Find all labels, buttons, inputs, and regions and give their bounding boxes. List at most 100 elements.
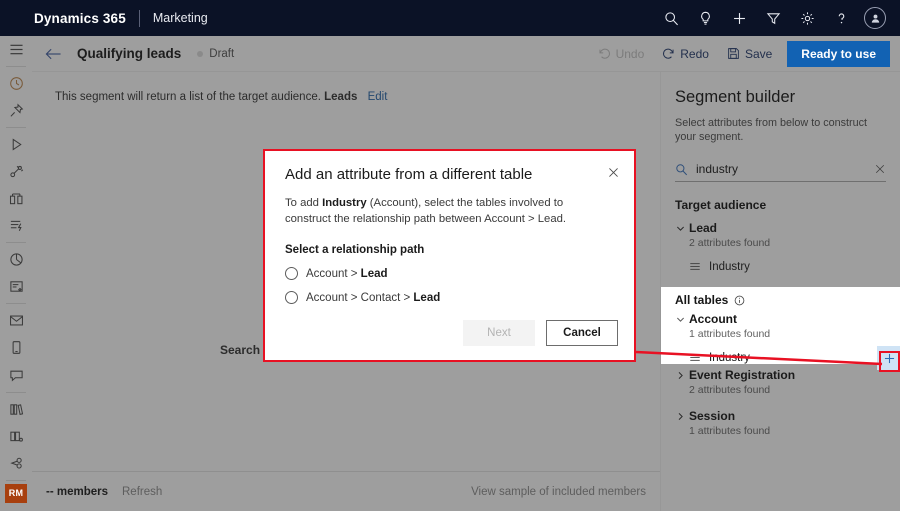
- recent-icon[interactable]: [0, 70, 32, 97]
- gear-icon[interactable]: [790, 0, 824, 36]
- radio-label-bold: Lead: [413, 292, 440, 304]
- settings-nodes-icon[interactable]: [0, 450, 32, 477]
- radio-button[interactable]: [285, 291, 298, 304]
- status-badge: Draft: [197, 48, 234, 60]
- attribute-row[interactable]: Industry: [661, 254, 900, 280]
- undo-button[interactable]: Undo: [589, 42, 654, 66]
- undo-icon: [598, 47, 611, 60]
- table-attribute-count: 1 attributes found: [689, 425, 900, 437]
- page-title: Qualifying leads: [77, 46, 181, 61]
- pin-icon[interactable]: [0, 97, 32, 124]
- table-header-event-registration[interactable]: Event Registration: [661, 368, 900, 382]
- radio-option-account-lead[interactable]: Account > Lead: [285, 267, 634, 280]
- left-nav-rail: RM: [0, 36, 32, 511]
- description-entity: Leads: [324, 91, 357, 103]
- rail-divider: [6, 66, 26, 67]
- segment-builder-panel: Segment builder Select attributes from b…: [660, 72, 900, 511]
- radio-option-account-contact-lead[interactable]: Account > Contact > Lead: [285, 291, 634, 304]
- undo-label: Undo: [616, 47, 645, 61]
- search-icon[interactable]: [654, 0, 688, 36]
- avatar[interactable]: [864, 7, 886, 29]
- app-name-label: Marketing: [153, 11, 208, 25]
- lightbulb-icon[interactable]: [688, 0, 722, 36]
- edit-link[interactable]: Edit: [368, 91, 388, 103]
- redo-button[interactable]: Redo: [653, 42, 718, 66]
- body-bold: Industry: [322, 197, 367, 209]
- attribute-search-box[interactable]: industry: [675, 157, 886, 182]
- chevron-down-icon[interactable]: [673, 315, 687, 324]
- dialog-body-text: To add Industry (Account), select the ta…: [285, 196, 612, 227]
- radio-button[interactable]: [285, 267, 298, 280]
- chevron-right-icon[interactable]: [673, 412, 687, 421]
- back-arrow-icon[interactable]: [45, 47, 62, 61]
- help-icon[interactable]: [824, 0, 858, 36]
- other-table-groups: Event Registration 2 attributes found Se…: [661, 368, 900, 437]
- table-group-event-registration: Event Registration 2 attributes found: [661, 368, 900, 396]
- chevron-down-icon[interactable]: [673, 224, 687, 233]
- rail-divider: [6, 480, 26, 481]
- table-group-session: Session 1 attributes found: [661, 409, 900, 437]
- body-pre: To add: [285, 197, 322, 209]
- marketing-email-icon[interactable]: [0, 158, 32, 185]
- library-icon[interactable]: [0, 396, 32, 423]
- app-root: Dynamics 365 Marketing: [0, 0, 900, 511]
- segments-icon[interactable]: [0, 185, 32, 212]
- table-attribute-count: 2 attributes found: [689, 384, 900, 396]
- rail-divider: [6, 127, 26, 128]
- all-tables-header: All tables: [675, 293, 900, 307]
- mobile-icon[interactable]: [0, 334, 32, 361]
- social-posting-icon[interactable]: [0, 362, 32, 389]
- close-icon[interactable]: [607, 166, 620, 179]
- relationship-path-label: Select a relationship path: [285, 244, 634, 256]
- bottom-status-bar: -- members Refresh View sample of includ…: [32, 471, 660, 511]
- status-dot-icon: [197, 51, 203, 57]
- dialog-title: Add an attribute from a different table: [285, 166, 634, 183]
- option-set-icon: [689, 352, 701, 364]
- search-icon: [675, 163, 688, 176]
- user-initials-avatar[interactable]: RM: [5, 484, 27, 503]
- target-audience-header: Target audience: [675, 198, 900, 212]
- brand-separator: [139, 10, 140, 27]
- next-button[interactable]: Next: [463, 320, 535, 346]
- info-icon[interactable]: [734, 295, 745, 306]
- cancel-button[interactable]: Cancel: [546, 320, 618, 346]
- refresh-button[interactable]: Refresh: [122, 486, 162, 498]
- email-icon[interactable]: [0, 307, 32, 334]
- annotation-highlight-box: [879, 351, 900, 372]
- save-icon: [727, 47, 740, 60]
- command-bar: Qualifying leads Draft Undo Redo: [32, 36, 900, 72]
- table-header-account[interactable]: Account: [661, 312, 900, 326]
- all-tables-label: All tables: [675, 293, 728, 307]
- top-navigation-bar: Dynamics 365 Marketing: [0, 0, 900, 36]
- view-sample-link[interactable]: View sample of included members: [471, 486, 646, 498]
- forms-icon[interactable]: [0, 273, 32, 300]
- radio-label: Account > Contact > Lead: [306, 292, 440, 304]
- table-attribute-count: 2 attributes found: [689, 237, 900, 249]
- redo-label: Redo: [680, 47, 709, 61]
- search-input[interactable]: industry: [696, 162, 874, 176]
- save-label: Save: [745, 47, 772, 61]
- table-header-lead[interactable]: Lead: [661, 221, 900, 235]
- customer-journey-icon[interactable]: [0, 131, 32, 158]
- radio-label-pre: Account >: [306, 268, 361, 280]
- plus-icon[interactable]: [722, 0, 756, 36]
- rail-divider: [6, 303, 26, 304]
- chevron-right-icon[interactable]: [673, 371, 687, 380]
- templates-icon[interactable]: [0, 423, 32, 450]
- analytics-icon[interactable]: [0, 246, 32, 273]
- filter-icon[interactable]: [756, 0, 790, 36]
- save-button[interactable]: Save: [718, 42, 781, 66]
- clear-icon[interactable]: [874, 163, 886, 175]
- rail-divider: [6, 242, 26, 243]
- dialog-actions: Next Cancel: [463, 320, 618, 346]
- lead-scoring-icon[interactable]: [0, 212, 32, 239]
- panel-subtitle: Select attributes from below to construc…: [675, 116, 886, 144]
- site-map-icon[interactable]: [0, 36, 32, 63]
- table-header-session[interactable]: Session: [661, 409, 900, 423]
- segment-description: This segment will return a list of the t…: [55, 91, 387, 103]
- table-attribute-count: 1 attributes found: [689, 328, 900, 340]
- panel-title: Segment builder: [675, 88, 900, 107]
- radio-label: Account > Lead: [306, 268, 388, 280]
- ready-to-use-button[interactable]: Ready to use: [787, 41, 890, 67]
- status-label: Draft: [209, 48, 234, 60]
